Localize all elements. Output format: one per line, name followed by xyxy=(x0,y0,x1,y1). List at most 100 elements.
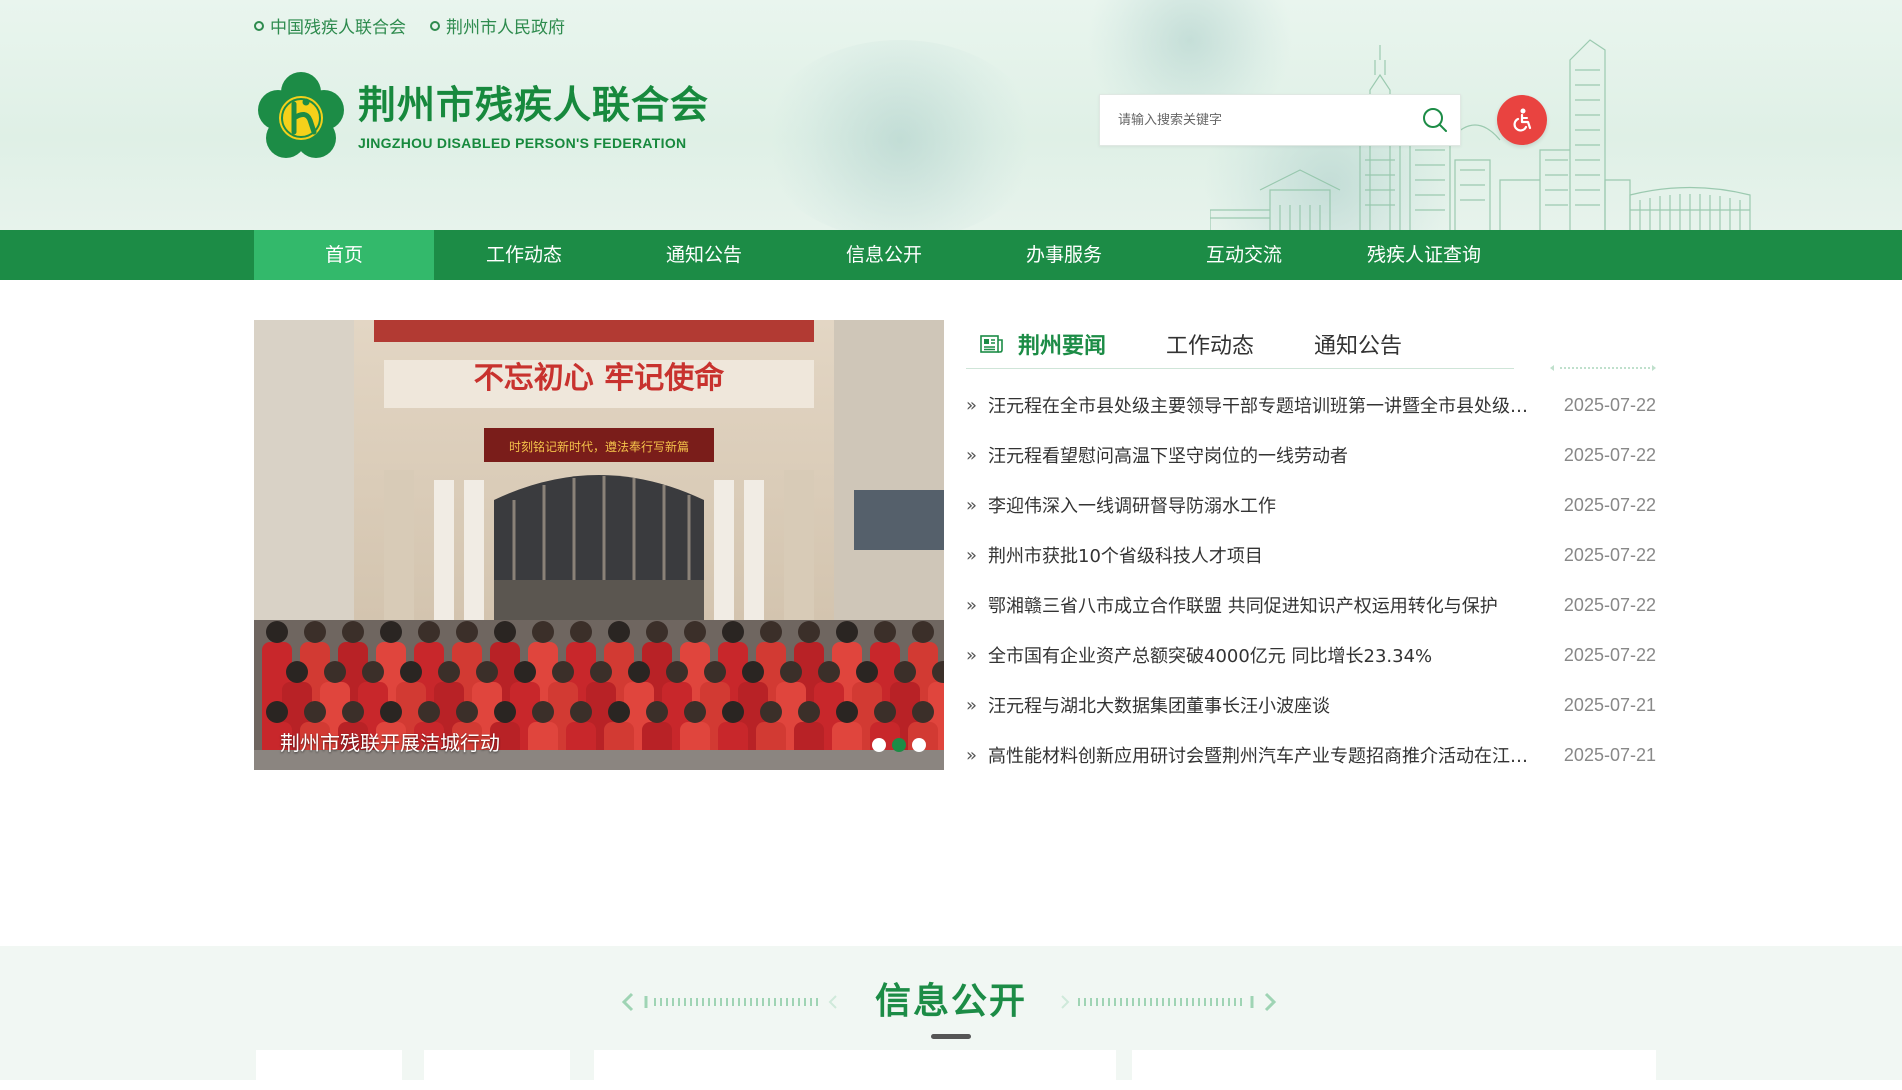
ink-wash-decoration xyxy=(760,40,1040,230)
title-underline xyxy=(931,1034,971,1039)
crowd-person-head xyxy=(362,661,384,683)
tab-label: 荆州要闻 xyxy=(1018,334,1107,359)
info-card[interactable] xyxy=(256,1050,402,1090)
crowd-person-head xyxy=(380,701,402,723)
site-header: 中国残疾人联合会 荆州市人民政府 荆州市残疾人联合会 JINGZHOU DISA… xyxy=(0,0,1902,230)
list-item[interactable]: » 高性能材料创新应用研讨会暨荆州汽车产业专题招商推介活动在江苏举行 2025-… xyxy=(966,730,1656,780)
crowd-person-head xyxy=(514,661,536,683)
search-bar xyxy=(1099,94,1461,146)
accessibility-button[interactable] xyxy=(1497,95,1547,145)
list-item[interactable]: » 鄂湘赣三省八市成立合作联盟 共同促进知识产权运用转化与保护 2025-07-… xyxy=(966,580,1656,630)
ring-bullet-icon xyxy=(254,20,264,31)
top-link-cdpf[interactable]: 中国残疾人联合会 xyxy=(254,13,406,38)
news-panel: 荆州要闻 工作动态 通知公告 » 汪元程在全市县处级主要领导干部专题培训班第一讲… xyxy=(966,320,1656,780)
crowd-person-head xyxy=(342,701,364,723)
double-chevron-right-icon: » xyxy=(966,394,978,416)
crowd-person-head xyxy=(266,701,288,723)
crowd-person-head xyxy=(798,701,820,723)
crowd-person-head xyxy=(874,621,896,643)
info-card[interactable] xyxy=(424,1050,570,1090)
section-title: 信息公开 xyxy=(874,981,1027,1022)
nav-item-card-query[interactable]: 残疾人证查询 xyxy=(1334,230,1514,280)
crowd-person-head xyxy=(666,661,688,683)
crowd-person-head xyxy=(798,621,820,643)
crowd-person-head xyxy=(894,661,916,683)
nav-item-home[interactable]: 首页 xyxy=(254,230,434,280)
site-logo[interactable]: 荆州市残疾人联合会 JINGZHOU DISABLED PERSON'S FED… xyxy=(254,70,709,166)
news-date: 2025-07-22 xyxy=(1563,544,1656,565)
search-button[interactable] xyxy=(1410,95,1460,145)
news-title: 鄂湘赣三省八市成立合作联盟 共同促进知识产权运用转化与保护 xyxy=(988,596,1498,617)
crowd-person-head xyxy=(570,701,592,723)
tab-jingzhou-news[interactable]: 荆州要闻 xyxy=(966,328,1106,360)
crowd-person-head xyxy=(532,621,554,643)
crowd-person-head xyxy=(836,621,858,643)
info-card[interactable] xyxy=(1132,1050,1656,1090)
crowd-person-head xyxy=(286,661,308,683)
crowd-person-head xyxy=(912,621,934,643)
carousel-dot[interactable] xyxy=(912,738,926,752)
crowd-person-head xyxy=(646,701,668,723)
carousel-caption: 荆州市残联开展洁城行动 xyxy=(280,731,500,755)
site-title: 荆州市残疾人联合会 xyxy=(358,83,710,128)
double-chevron-right-icon: » xyxy=(966,544,978,566)
crowd-person-head xyxy=(438,661,460,683)
info-card[interactable] xyxy=(594,1050,1116,1090)
news-title: 汪元程看望慰问高温下坚守岗位的一线劳动者 xyxy=(988,446,1348,467)
banner-slogan: 不忘初心 牢记使命 xyxy=(474,361,725,396)
news-date: 2025-07-22 xyxy=(1563,394,1656,415)
federation-emblem-icon xyxy=(258,72,344,158)
news-date: 2025-07-21 xyxy=(1563,744,1656,765)
list-item[interactable]: » 汪元程看望慰问高温下坚守岗位的一线劳动者 2025-07-22 xyxy=(966,430,1656,480)
news-title: 李迎伟深入一线调研督导防溺水工作 xyxy=(988,496,1276,517)
crowd-person-head xyxy=(760,621,782,643)
tab-notices[interactable]: 通知公告 xyxy=(1314,328,1402,360)
crowd-person-head xyxy=(722,621,744,643)
list-item[interactable]: » 汪元程与湖北大数据集团董事长汪小波座谈 2025-07-21 xyxy=(966,680,1656,730)
crowd-person-head xyxy=(418,701,440,723)
nav-item-work-news[interactable]: 工作动态 xyxy=(434,230,614,280)
crowd-person-head xyxy=(608,701,630,723)
news-list: » 汪元程在全市县处级主要领导干部专题培训班第一讲暨全市县处级领导干部学习贯彻习… xyxy=(966,380,1656,780)
carousel-dot[interactable] xyxy=(892,738,906,752)
top-link-jingzhou-gov[interactable]: 荆州市人民政府 xyxy=(430,13,565,38)
news-date: 2025-07-22 xyxy=(1563,594,1656,615)
list-item[interactable]: » 汪元程在全市县处级主要领导干部专题培训班第一讲暨全市县处级领导干部学习贯彻习… xyxy=(966,380,1656,430)
nav-item-notices[interactable]: 通知公告 xyxy=(614,230,794,280)
news-date: 2025-07-22 xyxy=(1563,494,1656,515)
news-tabs: 荆州要闻 工作动态 通知公告 xyxy=(966,320,1656,371)
carousel-dot[interactable] xyxy=(872,738,886,752)
tab-label: 通知公告 xyxy=(1314,334,1403,359)
news-title: 汪元程与湖北大数据集团董事长汪小波座谈 xyxy=(988,696,1330,717)
crowd-person-head xyxy=(704,661,726,683)
tab-work-news[interactable]: 工作动态 xyxy=(1166,328,1254,360)
photo-carousel[interactable]: 不忘初心 牢记使命 时刻铭记新时代，遵法奉行写新篇 荆州市残联开展洁城行动 xyxy=(254,320,944,770)
crowd-person-head xyxy=(400,661,422,683)
newspaper-icon xyxy=(980,335,1003,353)
nav-item-services[interactable]: 办事服务 xyxy=(974,230,1154,280)
list-item[interactable]: » 全市国有企业资产总额突破4000亿元 同比增长23.34% 2025-07-… xyxy=(966,630,1656,680)
carousel-dots xyxy=(872,738,926,752)
crowd-person-head xyxy=(552,661,574,683)
crowd-person-head xyxy=(304,621,326,643)
double-chevron-right-icon: » xyxy=(966,644,978,666)
news-date: 2025-07-21 xyxy=(1563,694,1656,715)
ring-bullet-icon xyxy=(430,20,440,31)
double-chevron-right-icon: » xyxy=(966,444,978,466)
crowd-person-head xyxy=(304,701,326,723)
crowd-person-head xyxy=(684,701,706,723)
double-chevron-right-icon: » xyxy=(966,494,978,516)
list-item[interactable]: » 荆州市获批10个省级科技人才项目 2025-07-22 xyxy=(966,530,1656,580)
crowd-person-head xyxy=(590,661,612,683)
nav-item-info-disclosure[interactable]: 信息公开 xyxy=(794,230,974,280)
crowd-person-head xyxy=(874,701,896,723)
crowd-person-head xyxy=(912,701,934,723)
site-subtitle: JINGZHOU DISABLED PERSON'S FEDERATION xyxy=(358,134,687,151)
crowd-person-head xyxy=(456,621,478,643)
search-input[interactable] xyxy=(1100,95,1410,145)
info-disclosure-section: 信息公开 xyxy=(0,946,1902,1090)
nav-item-interaction[interactable]: 互动交流 xyxy=(1154,230,1334,280)
crowd-person-head xyxy=(570,621,592,643)
list-item[interactable]: » 李迎伟深入一线调研督导防溺水工作 2025-07-22 xyxy=(966,480,1656,530)
top-link-label: 中国残疾人联合会 xyxy=(270,18,406,38)
